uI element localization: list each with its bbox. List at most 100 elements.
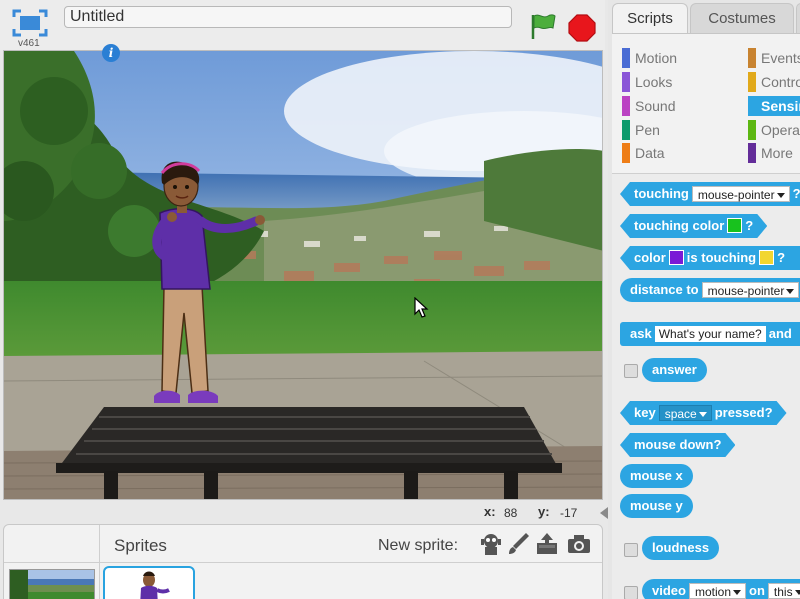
upload-sprite-icon[interactable] bbox=[534, 531, 560, 557]
category-sound[interactable]: Sound bbox=[622, 96, 742, 116]
key-dropdown[interactable]: space bbox=[659, 405, 712, 421]
block-label: mouse down? bbox=[634, 437, 722, 452]
sensing-blocks-area: touching mouse-pointer? touching color? c… bbox=[612, 173, 800, 599]
category-swatch bbox=[622, 143, 630, 163]
block-label-end: and bbox=[768, 326, 792, 341]
ask-text-input[interactable]: What's your name? bbox=[654, 325, 766, 342]
block-touching[interactable]: touching mouse-pointer? bbox=[620, 182, 800, 206]
block-color-is-touching[interactable]: color is touching? bbox=[620, 246, 800, 270]
category-label: More bbox=[761, 145, 793, 161]
category-swatch bbox=[748, 143, 756, 163]
mouse-y-label: y: bbox=[538, 504, 550, 519]
block-touching-color[interactable]: touching color? bbox=[620, 214, 767, 238]
category-control[interactable]: Control bbox=[748, 72, 800, 92]
stage-toolbar: v461 bbox=[0, 0, 605, 50]
category-swatch bbox=[622, 48, 630, 68]
sprite-pane-header: Sprites New sprite: bbox=[4, 525, 602, 563]
block-label-mid: is touching bbox=[686, 250, 757, 265]
mouse-pointer-icon bbox=[414, 297, 429, 318]
category-label: Sensing bbox=[761, 98, 800, 114]
category-swatch bbox=[622, 72, 630, 92]
loudness-checkbox[interactable] bbox=[624, 543, 638, 557]
tab-sounds[interactable] bbox=[796, 3, 800, 34]
green-flag-icon[interactable] bbox=[528, 11, 558, 41]
block-label: color bbox=[634, 250, 666, 265]
category-label: Data bbox=[635, 145, 665, 161]
color-picker-swatch[interactable] bbox=[727, 218, 742, 233]
mouse-x-value: 88 bbox=[504, 506, 518, 520]
block-answer[interactable]: answer bbox=[642, 358, 707, 382]
sprite-info-button[interactable]: i bbox=[102, 44, 120, 62]
category-more-blocks[interactable]: More bbox=[748, 143, 800, 163]
category-list: Motion Events Looks Control Sound Sensin… bbox=[612, 33, 800, 173]
category-swatch bbox=[748, 72, 756, 92]
block-label: loudness bbox=[652, 540, 710, 555]
answer-checkbox[interactable] bbox=[624, 364, 638, 378]
block-label: video bbox=[652, 583, 686, 598]
category-label: Sound bbox=[635, 98, 676, 114]
block-label-end: ? bbox=[777, 250, 786, 265]
category-sensing[interactable]: Sensing bbox=[748, 96, 800, 116]
category-swatch bbox=[622, 96, 630, 116]
block-label: distance to bbox=[630, 282, 699, 297]
scratch-editor: v461 Untitled x: 88 y: -17 Sprites New s… bbox=[0, 0, 800, 599]
block-ask-and-wait[interactable]: ask What's your name? and bbox=[620, 322, 800, 346]
category-swatch bbox=[748, 120, 756, 140]
sprite-thumbnail[interactable] bbox=[103, 566, 195, 599]
sprite-pane: Sprites New sprite: bbox=[3, 524, 603, 599]
block-loudness[interactable]: loudness bbox=[642, 536, 720, 560]
category-data[interactable]: Data bbox=[622, 143, 742, 163]
video-attribute-dropdown[interactable]: motion bbox=[688, 582, 746, 599]
block-palette: Scripts Costumes Motion Events Looks Con… bbox=[608, 0, 800, 599]
paint-new-sprite-icon[interactable] bbox=[506, 531, 532, 557]
block-label: key bbox=[634, 405, 656, 420]
block-label-end: ? bbox=[745, 218, 754, 233]
category-pen[interactable]: Pen bbox=[622, 120, 742, 140]
category-label: Looks bbox=[635, 74, 673, 90]
color-picker-swatch[interactable] bbox=[759, 250, 774, 265]
mouse-x-label: x: bbox=[484, 504, 496, 519]
block-label: mouse y bbox=[630, 498, 683, 513]
video-checkbox[interactable] bbox=[624, 586, 638, 599]
category-label: Operators bbox=[761, 122, 800, 138]
block-label: answer bbox=[652, 362, 697, 377]
version-label: v461 bbox=[18, 38, 40, 49]
block-label: ask bbox=[630, 326, 652, 341]
block-mouse-x[interactable]: mouse x bbox=[620, 464, 693, 488]
category-swatch bbox=[748, 48, 756, 68]
category-operators[interactable]: Operators bbox=[748, 120, 800, 140]
block-label-end: ? bbox=[792, 186, 800, 201]
block-mouse-down[interactable]: mouse down? bbox=[620, 433, 735, 457]
stage[interactable] bbox=[3, 50, 603, 500]
sprites-label: Sprites bbox=[114, 536, 167, 555]
block-video-on[interactable]: video motion on this bbox=[642, 579, 800, 599]
fullscreen-icon[interactable] bbox=[12, 8, 48, 38]
camera-icon[interactable] bbox=[566, 531, 592, 557]
new-sprite-label: New sprite: bbox=[378, 537, 459, 554]
category-label: Events bbox=[761, 50, 800, 66]
category-events[interactable]: Events bbox=[748, 48, 800, 68]
distance-target-dropdown[interactable]: mouse-pointer bbox=[701, 281, 800, 298]
tab-costumes[interactable]: Costumes bbox=[690, 3, 794, 34]
tab-scripts[interactable]: Scripts bbox=[612, 3, 688, 34]
block-label: touching bbox=[634, 186, 689, 201]
category-motion[interactable]: Motion bbox=[622, 48, 742, 68]
block-label-end: pressed? bbox=[714, 405, 773, 420]
project-title-input[interactable] bbox=[64, 6, 512, 28]
choose-sprite-from-library-icon[interactable] bbox=[478, 531, 504, 557]
stage-thumbnail[interactable] bbox=[9, 569, 95, 599]
block-distance-to[interactable]: distance to mouse-pointer bbox=[620, 278, 800, 302]
color-picker-swatch[interactable] bbox=[669, 250, 684, 265]
touching-target-dropdown[interactable]: mouse-pointer bbox=[692, 186, 790, 202]
block-mouse-y[interactable]: mouse y bbox=[620, 494, 693, 518]
block-key-pressed[interactable]: key space pressed? bbox=[620, 401, 787, 425]
video-target-dropdown[interactable]: this bbox=[767, 582, 800, 599]
category-looks[interactable]: Looks bbox=[622, 72, 742, 92]
stop-icon[interactable] bbox=[568, 14, 596, 42]
category-swatch bbox=[748, 96, 756, 116]
category-swatch bbox=[622, 120, 630, 140]
block-label: mouse x bbox=[630, 468, 683, 483]
category-label: Pen bbox=[635, 122, 660, 138]
category-label: Motion bbox=[635, 50, 678, 66]
category-label: Control bbox=[761, 74, 800, 90]
